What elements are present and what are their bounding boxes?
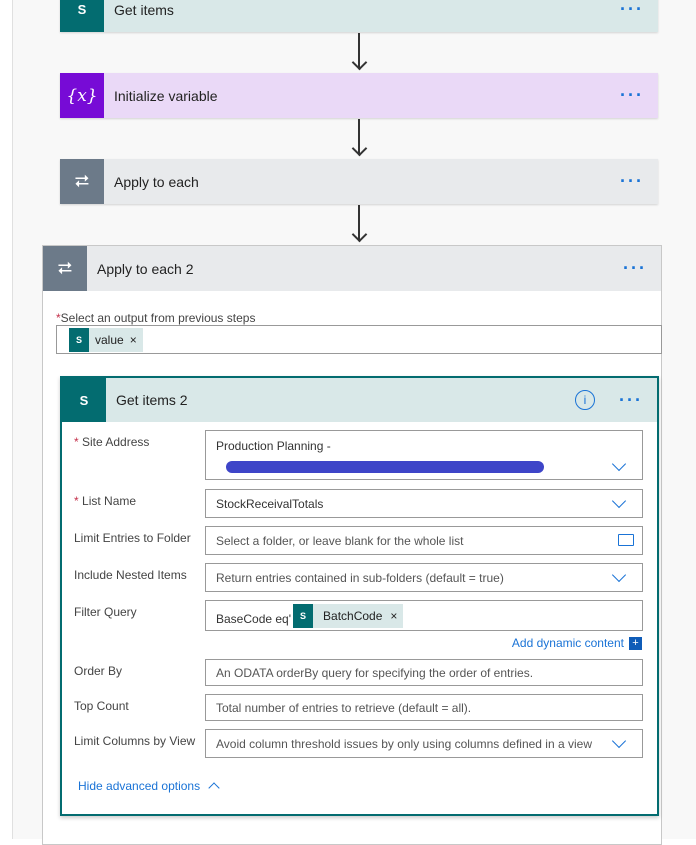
info-icon[interactable]: i	[575, 390, 596, 410]
step-title: Apply to each 2	[97, 260, 194, 277]
output-input[interactable]: Svalue ×	[56, 325, 662, 354]
plus-icon: +	[629, 636, 642, 650]
chevron-down-icon	[611, 733, 627, 749]
more-options-button[interactable]: ···	[619, 390, 643, 411]
filter-query-input[interactable]: BaseCode eq' S BatchCode ×	[205, 600, 643, 631]
step-title: Get items	[114, 1, 174, 18]
site-address-dropdown[interactable]: Production Planning -	[205, 430, 643, 480]
variable-icon: {x}	[60, 73, 104, 118]
add-dynamic-content-link[interactable]: Add dynamic content +	[512, 636, 642, 650]
get-items-2-header[interactable]: S Get items 2 i ···	[62, 378, 657, 422]
value-token: Svalue ×	[69, 327, 143, 352]
folder-input[interactable]: Select a folder, or leave blank for the …	[205, 526, 643, 555]
redaction-mark	[226, 461, 544, 473]
step-initialize-variable[interactable]: {x} Initialize variable ···	[60, 73, 658, 118]
step-title: Get items 2	[116, 392, 188, 408]
remove-token-button[interactable]: ×	[130, 333, 143, 347]
loop-icon: ⮂	[60, 159, 104, 204]
nested-label: Include Nested Items	[74, 568, 187, 582]
more-options-button[interactable]: ···	[620, 0, 644, 20]
folder-icon[interactable]	[618, 534, 634, 546]
list-name-label: * List Name	[74, 494, 137, 508]
chevron-down-icon	[611, 456, 627, 472]
arrow-icon	[352, 119, 366, 159]
view-label: Limit Columns by View	[74, 734, 196, 748]
sharepoint-icon: S	[293, 603, 314, 628]
site-address-label: * Site Address	[74, 435, 150, 449]
apply-to-each-2-header[interactable]: ⮂ Apply to each 2 ···	[43, 246, 661, 291]
step-title: Apply to each	[114, 173, 199, 190]
chevron-down-icon	[611, 567, 627, 583]
view-dropdown[interactable]: Avoid column threshold issues by only us…	[205, 729, 643, 758]
loop-icon: ⮂	[43, 246, 87, 291]
list-name-dropdown[interactable]: StockReceivalTotals	[205, 489, 643, 518]
hide-advanced-options-link[interactable]: Hide advanced options	[78, 779, 220, 794]
step-title: Initialize variable	[114, 87, 218, 104]
arrow-icon	[352, 205, 366, 245]
arrow-icon	[352, 33, 366, 73]
more-options-button[interactable]: ···	[620, 85, 644, 106]
step-get-items[interactable]: S Get items ···	[60, 0, 658, 32]
filter-query-label: Filter Query	[74, 605, 137, 619]
sharepoint-icon: S	[62, 378, 106, 422]
top-count-label: Top Count	[74, 699, 129, 713]
output-label: *Select an output from previous steps	[56, 311, 256, 325]
order-by-input[interactable]: An ODATA orderBy query for specifying th…	[205, 659, 643, 686]
step-apply-to-each[interactable]: ⮂ Apply to each ···	[60, 159, 658, 204]
remove-token-button[interactable]: ×	[390, 609, 403, 623]
batchcode-token: S BatchCode ×	[293, 603, 404, 628]
sharepoint-icon: S	[69, 327, 89, 352]
order-by-label: Order By	[74, 664, 123, 678]
chevron-down-icon	[611, 493, 627, 509]
nested-dropdown[interactable]: Return entries contained in sub-folders …	[205, 563, 643, 592]
chevron-up-icon	[208, 782, 220, 794]
more-options-button[interactable]: ···	[620, 171, 644, 192]
top-count-input[interactable]: Total number of entries to retrieve (def…	[205, 694, 643, 721]
folder-label: Limit Entries to Folder	[74, 531, 191, 545]
more-options-button[interactable]: ···	[623, 258, 647, 279]
sharepoint-icon: S	[60, 0, 104, 32]
